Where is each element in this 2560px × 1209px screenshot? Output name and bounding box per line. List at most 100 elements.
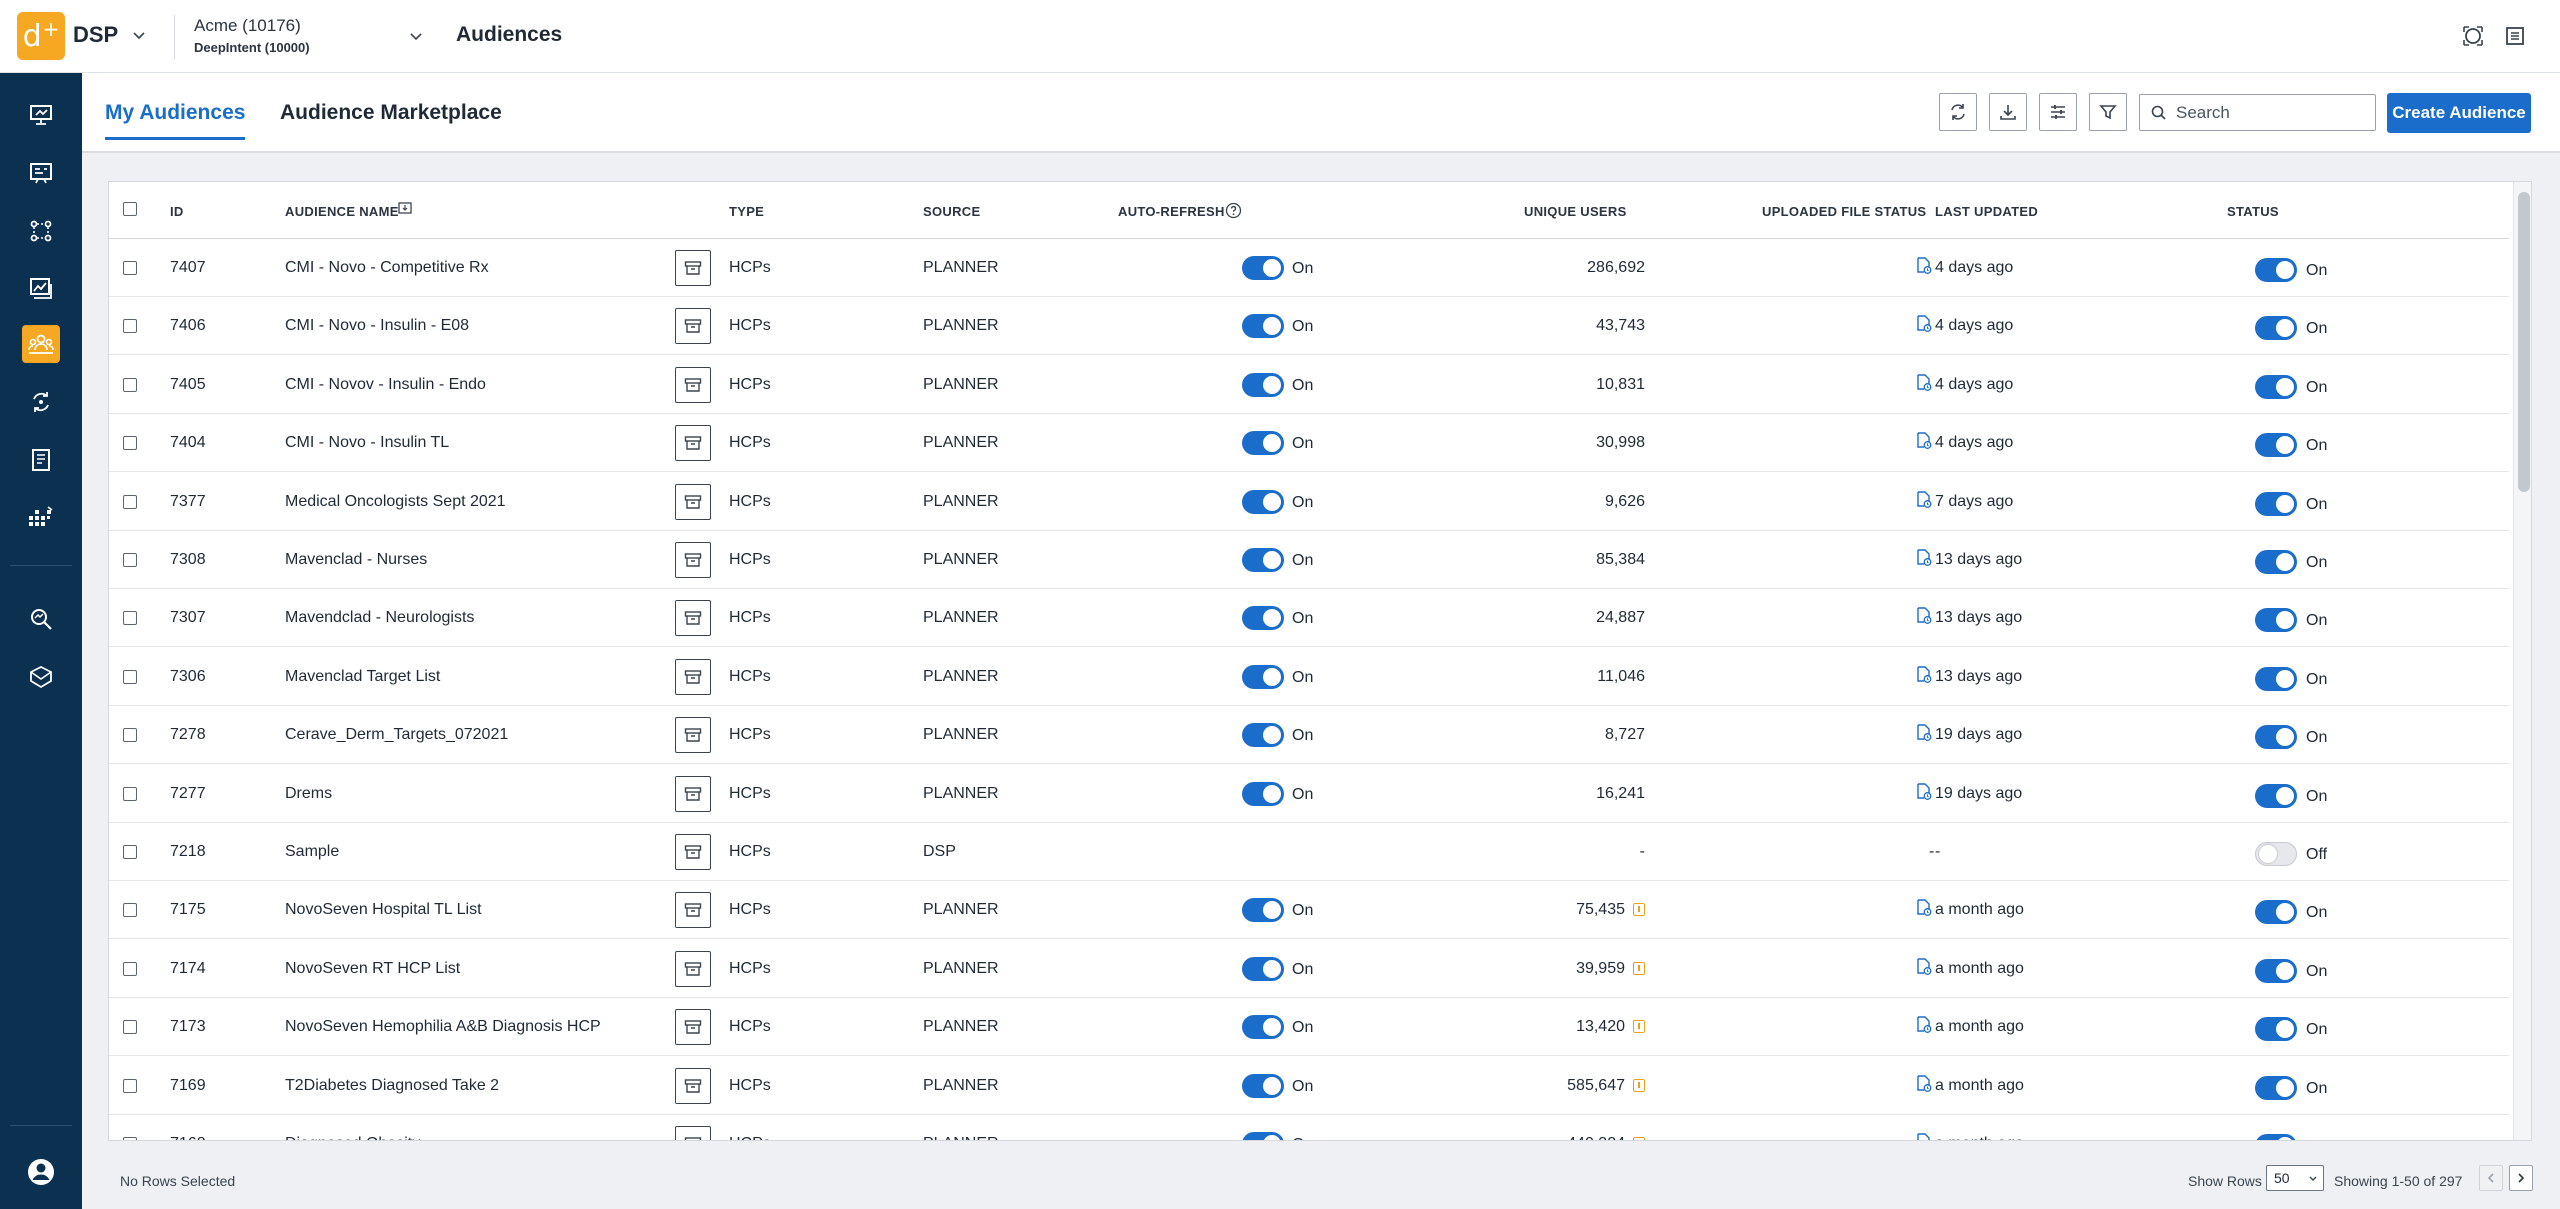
prev-page-button[interactable] xyxy=(2479,1165,2503,1191)
status-toggle[interactable] xyxy=(2255,783,2297,808)
flow-icon[interactable] xyxy=(22,212,60,250)
cell-audience-name[interactable]: Cerave_Derm_Targets_072021 xyxy=(285,726,508,744)
row-checkbox[interactable] xyxy=(123,261,137,275)
warning-icon[interactable] xyxy=(1633,903,1645,917)
table-row[interactable]: 7306 Mavenclad Target List HCPs PLANNER On 11… xyxy=(109,648,2509,706)
archive-icon[interactable] xyxy=(675,892,711,929)
cell-audience-name[interactable]: Mavendclad - Neurologists xyxy=(285,609,474,627)
file-status-icon[interactable] xyxy=(1916,958,1932,981)
audiences-icon[interactable] xyxy=(22,325,60,363)
table-row[interactable]: 7277 Drems HCPs PLANNER On 16,241 19 days ago O… xyxy=(109,765,2509,823)
scrollbar[interactable] xyxy=(2513,182,2531,1140)
status-toggle[interactable] xyxy=(2255,374,2297,399)
table-row[interactable]: 7174 NovoSeven RT HCP List HCPs PLANNER On 39… xyxy=(109,940,2509,998)
search-box[interactable] xyxy=(2139,94,2376,131)
archive-icon[interactable] xyxy=(675,717,711,754)
column-header-last-updated[interactable]: LAST UPDATED xyxy=(1935,204,2038,219)
row-checkbox[interactable] xyxy=(123,786,137,801)
row-checkbox[interactable] xyxy=(123,1137,137,1140)
archive-icon[interactable] xyxy=(675,658,711,695)
auto-refresh-toggle[interactable] xyxy=(1242,1015,1284,1040)
auto-refresh-toggle[interactable] xyxy=(1242,314,1284,339)
cell-audience-name[interactable]: Sample xyxy=(285,843,339,861)
archive-icon[interactable] xyxy=(675,308,711,345)
reports-icon[interactable] xyxy=(22,270,60,308)
auto-refresh-toggle[interactable] xyxy=(1242,606,1284,631)
table-row[interactable]: 7168 Diagnosed Obesity HCPs PLANNER On 440,32… xyxy=(109,1115,2509,1140)
row-checkbox[interactable] xyxy=(123,1020,137,1035)
column-header-status[interactable]: STATUS xyxy=(2227,204,2279,219)
warning-icon[interactable] xyxy=(1633,1020,1645,1034)
status-toggle[interactable] xyxy=(2255,258,2297,282)
user-account-icon[interactable] xyxy=(22,1153,60,1191)
status-toggle[interactable] xyxy=(2255,725,2297,750)
status-toggle[interactable] xyxy=(2255,1017,2297,1042)
cell-audience-name[interactable]: CMI - Novo - Insulin - E08 xyxy=(285,317,469,335)
cell-audience-name[interactable]: T2Diabetes Diagnosed Take 2 xyxy=(285,1077,499,1095)
account-name[interactable]: Acme (10176) xyxy=(194,16,301,36)
app-name[interactable]: DSP xyxy=(73,22,118,48)
column-header-unique-users[interactable]: UNIQUE USERS xyxy=(1524,204,1627,219)
file-status-icon[interactable] xyxy=(1916,899,1932,922)
info-card-icon[interactable] xyxy=(398,202,412,214)
archive-icon[interactable] xyxy=(675,600,711,637)
auto-refresh-toggle[interactable] xyxy=(1242,664,1284,689)
table-row[interactable]: 7405 CMI - Novov - Insulin - Endo HCPs PLAN… xyxy=(109,356,2509,414)
archive-icon[interactable] xyxy=(675,425,711,462)
status-toggle[interactable] xyxy=(2255,433,2297,458)
auto-refresh-toggle[interactable] xyxy=(1242,956,1284,981)
row-checkbox[interactable] xyxy=(123,494,137,509)
table-row[interactable]: 7377 Medical Oncologists Sept 2021 HCPs PLA… xyxy=(109,473,2509,531)
row-checkbox[interactable] xyxy=(123,903,137,918)
download-button[interactable] xyxy=(1989,93,2027,131)
row-checkbox[interactable] xyxy=(123,319,137,334)
table-row[interactable]: 7407 CMI - Novo - Competitive Rx HCPs PLANN… xyxy=(109,239,2509,297)
table-row[interactable]: 7406 CMI - Novo - Insulin - E08 HCPs PLANNE… xyxy=(109,297,2509,356)
file-status-icon[interactable] xyxy=(1916,374,1932,397)
status-toggle[interactable] xyxy=(2255,1075,2297,1100)
next-page-button[interactable] xyxy=(2509,1165,2533,1191)
logo[interactable]: d + xyxy=(17,12,65,60)
status-toggle[interactable] xyxy=(2255,491,2297,516)
row-checkbox[interactable] xyxy=(123,1078,137,1093)
archive-icon[interactable] xyxy=(675,542,711,578)
auto-refresh-toggle[interactable] xyxy=(1242,256,1284,280)
archive-icon[interactable] xyxy=(675,834,711,870)
auto-refresh-toggle[interactable] xyxy=(1242,489,1284,514)
file-status-icon[interactable] xyxy=(1916,257,1932,280)
archive-icon[interactable] xyxy=(675,1126,711,1140)
file-status-icon[interactable] xyxy=(1916,315,1932,338)
filter-button[interactable] xyxy=(2089,93,2127,131)
cell-audience-name[interactable]: CMI - Novo - Competitive Rx xyxy=(285,259,489,277)
file-status-icon[interactable] xyxy=(1916,1133,1932,1140)
auto-refresh-toggle[interactable] xyxy=(1242,723,1284,748)
archive-icon[interactable] xyxy=(675,250,711,286)
cell-audience-name[interactable]: Diagnosed Obesity xyxy=(285,1135,420,1140)
file-status-icon[interactable] xyxy=(1916,549,1932,572)
warning-icon[interactable] xyxy=(1633,1137,1645,1140)
table-row[interactable]: 7278 Cerave_Derm_Targets_072021 HCPs PLANNE… xyxy=(109,706,2509,765)
column-header-file-status[interactable]: UPLOADED FILE STATUS xyxy=(1762,204,1926,219)
rows-per-page-select[interactable]: 50 xyxy=(2266,1165,2324,1191)
search-input[interactable] xyxy=(2176,102,2366,123)
scrollbar-thumb[interactable] xyxy=(2518,192,2530,492)
row-checkbox[interactable] xyxy=(123,553,137,567)
row-checkbox[interactable] xyxy=(123,961,137,976)
cell-audience-name[interactable]: NovoSeven RT HCP List xyxy=(285,960,460,978)
cell-audience-name[interactable]: CMI - Novo - Insulin TL xyxy=(285,434,449,452)
column-header-source[interactable]: SOURCE xyxy=(923,204,980,219)
status-toggle[interactable] xyxy=(2255,666,2297,691)
invoice-icon[interactable] xyxy=(22,441,60,479)
select-all-checkbox[interactable] xyxy=(123,202,137,216)
archive-icon[interactable] xyxy=(675,950,711,987)
cell-audience-name[interactable]: NovoSeven Hemophilia A&B Diagnosis HCP xyxy=(285,1018,601,1036)
auto-refresh-toggle[interactable] xyxy=(1242,1073,1284,1098)
file-status-icon[interactable] xyxy=(1916,1016,1932,1039)
file-status-icon[interactable] xyxy=(1916,1074,1932,1098)
column-header-name[interactable]: AUDIENCE NAME xyxy=(285,204,399,219)
row-checkbox[interactable] xyxy=(123,669,137,684)
table-row[interactable]: 7308 Mavenclad - Nurses HCPs PLANNER On 85,38… xyxy=(109,531,2509,589)
table-row[interactable]: 7218 Sample HCPs DSP - - - Off xyxy=(109,823,2509,881)
status-toggle[interactable] xyxy=(2255,550,2297,574)
help-icon[interactable] xyxy=(1225,202,1242,219)
